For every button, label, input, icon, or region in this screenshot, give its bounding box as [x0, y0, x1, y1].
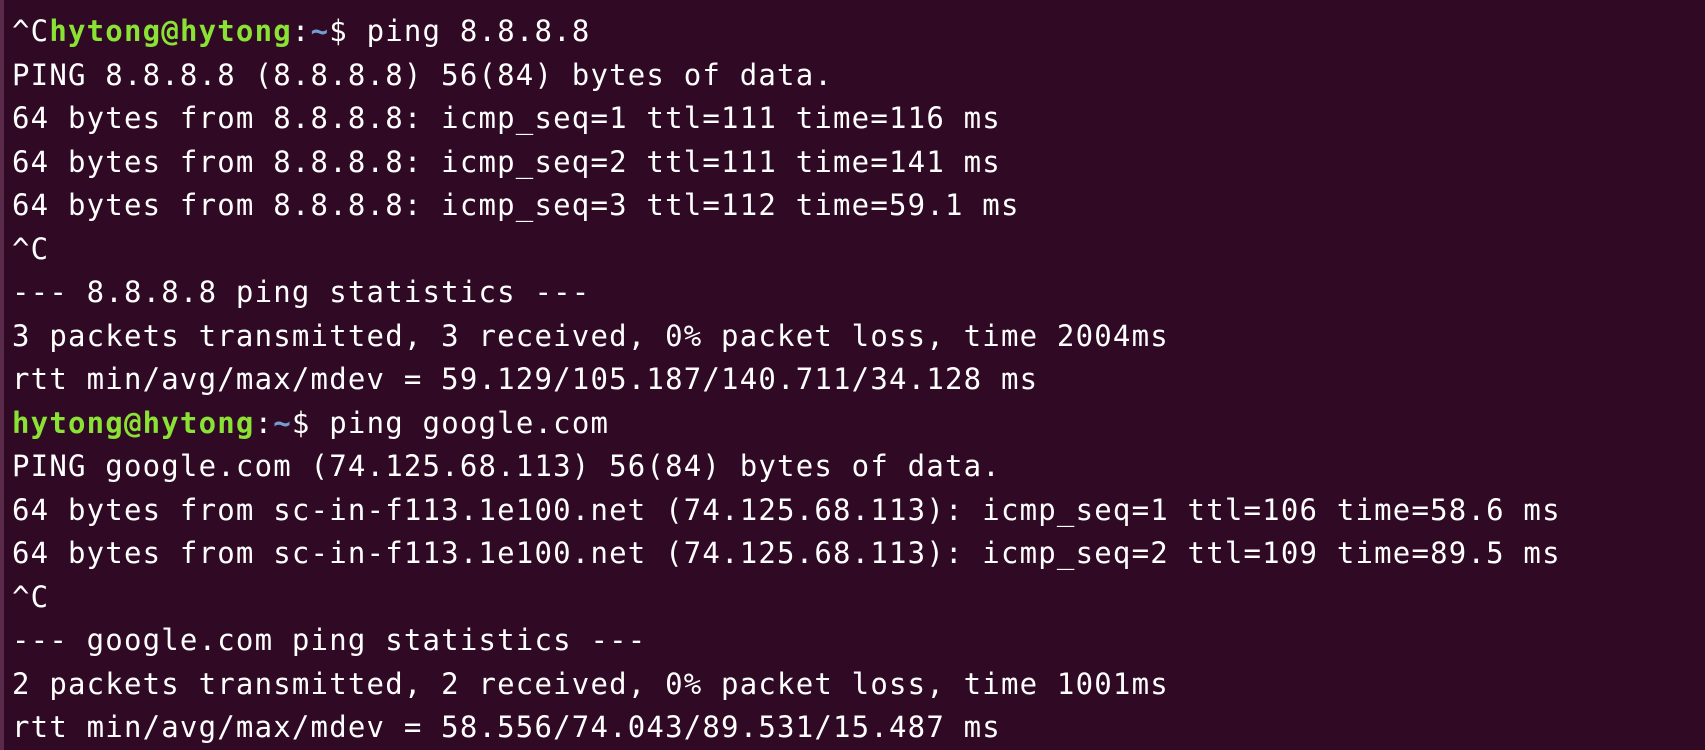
terminal-window[interactable]: ^Chytong@hytong:~$ ping 8.8.8.8 PING 8.8.… — [0, 0, 1705, 750]
output-line: --- 8.8.8.8 ping statistics --- — [12, 275, 591, 309]
prompt-user: hytong@hytong — [12, 405, 255, 440]
terminal-output: ^Chytong@hytong:~$ ping 8.8.8.8 PING 8.8.… — [12, 10, 1705, 750]
prompt-line: ^Chytong@hytong:~$ ping 8.8.8.8 — [12, 10, 1705, 54]
ctrl-c-marker: ^C — [12, 14, 50, 48]
output-line: rtt min/avg/max/mdev = 58.556/74.043/89.… — [12, 710, 1001, 744]
command-text: ping 8.8.8.8 — [366, 14, 591, 48]
command-text: ping google.com — [329, 405, 610, 440]
output-line: 64 bytes from 8.8.8.8: icmp_seq=1 ttl=11… — [12, 101, 1001, 135]
prompt-symbol: $ — [291, 405, 330, 440]
output-line: --- google.com ping statistics --- — [12, 623, 647, 657]
output-line: 3 packets transmitted, 3 received, 0% pa… — [12, 318, 1169, 353]
prompt-colon: : — [291, 14, 311, 48]
prompt-user: hytong@hytong — [49, 14, 292, 48]
prompt-path: ~ — [273, 405, 292, 440]
prompt-colon: : — [254, 405, 274, 440]
output-line: PING google.com (74.125.68.113) 56(84) b… — [12, 449, 1001, 483]
output-line: 64 bytes from sc-in-f113.1e100.net (74.1… — [12, 492, 1561, 527]
output-line: ^C — [12, 231, 50, 266]
prompt-symbol: $ — [329, 14, 367, 48]
prompt-line: hytong@hytong:~$ ping google.com — [12, 402, 1705, 446]
output-line: rtt min/avg/max/mdev = 59.129/105.187/14… — [12, 362, 1039, 396]
output-line: ^C — [12, 579, 50, 614]
output-line: 64 bytes from 8.8.8.8: icmp_seq=2 ttl=11… — [12, 144, 1001, 179]
output-line: 64 bytes from sc-in-f113.1e100.net (74.1… — [12, 536, 1561, 570]
output-line: 2 packets transmitted, 2 received, 0% pa… — [12, 666, 1169, 701]
output-line: 64 bytes from 8.8.8.8: icmp_seq=3 ttl=11… — [12, 188, 1020, 222]
window-left-edge — [0, 0, 4, 750]
output-line: PING 8.8.8.8 (8.8.8.8) 56(84) bytes of d… — [12, 57, 834, 92]
prompt-path: ~ — [310, 14, 330, 48]
